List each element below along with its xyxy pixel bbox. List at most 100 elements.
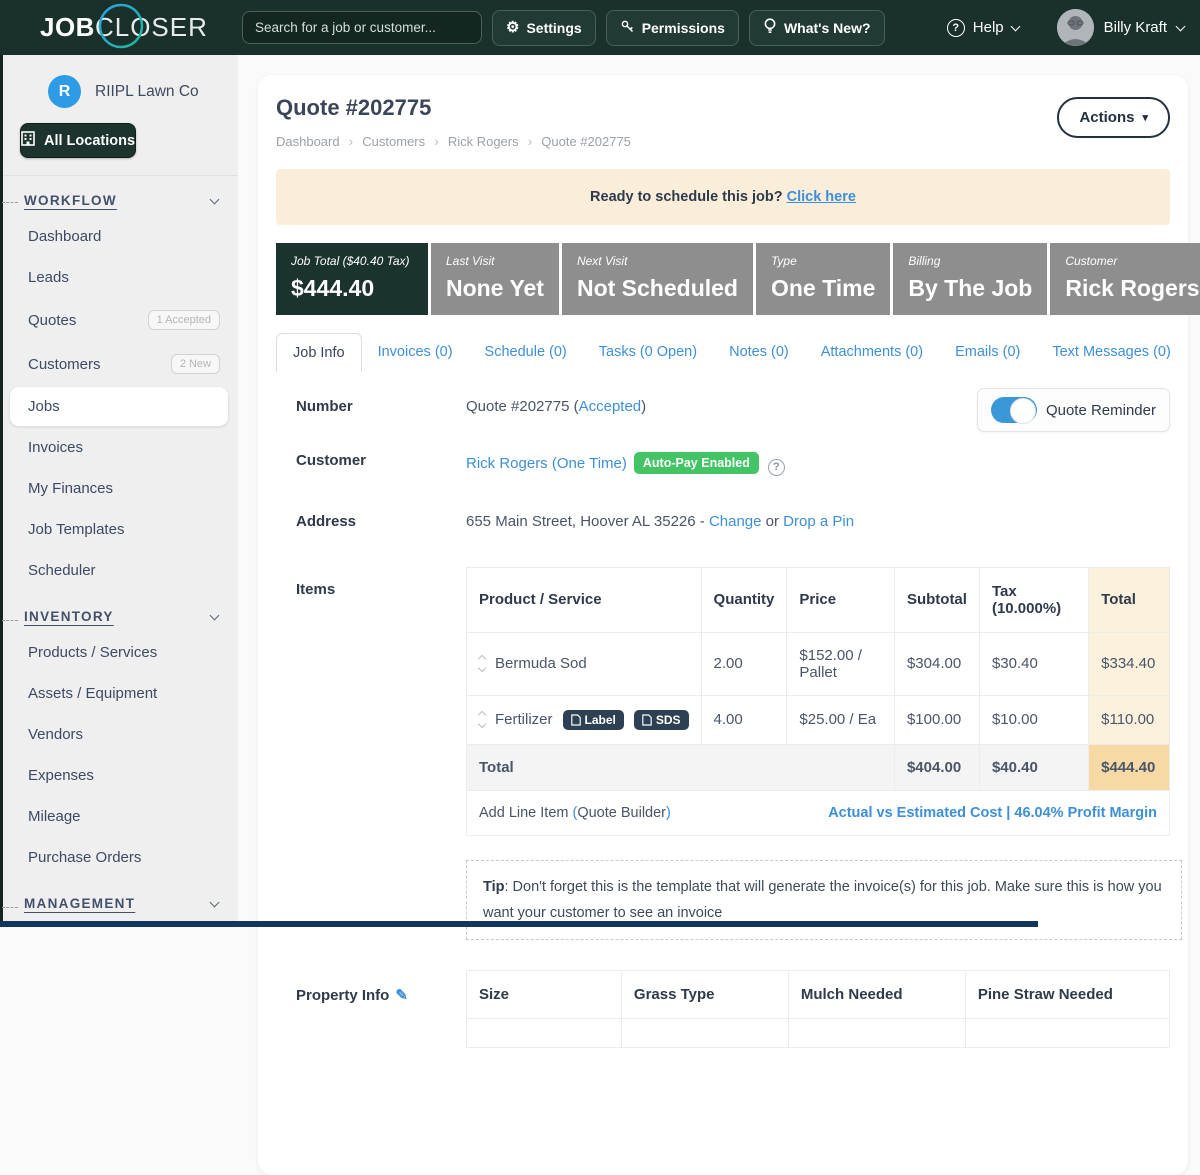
- sidebar-item-dashboard[interactable]: Dashboard: [10, 217, 228, 256]
- quote-reminder-toggle[interactable]: [991, 397, 1037, 423]
- section-workflow[interactable]: WORKFLOW: [0, 176, 238, 215]
- field-address: Address 655 Main Street, Hoover AL 35226…: [276, 513, 1170, 530]
- stat-next-visit: Next Visit Not Scheduled: [562, 243, 753, 315]
- caret-down-icon: ▾: [1142, 111, 1148, 124]
- add-line-item-link[interactable]: Add Line Item: [479, 805, 568, 821]
- tab-text-messages[interactable]: Text Messages (0): [1036, 333, 1186, 372]
- item-row-bermuda-sod: Bermuda Sod 2.00 $152.00 / Pallet $304.0…: [467, 632, 1170, 695]
- sidebar-item-customers[interactable]: Customers 2 New: [10, 343, 228, 385]
- gear-icon: ⚙: [506, 20, 519, 35]
- banner-text: Ready to schedule this job?: [590, 189, 783, 205]
- chevron-down-icon: [210, 897, 220, 907]
- breadcrumb-customers[interactable]: Customers: [362, 134, 425, 149]
- company-avatar: R: [48, 75, 81, 108]
- property-info-table: Size Grass Type Mulch Needed Pine Straw …: [466, 970, 1170, 1048]
- customer-link[interactable]: Rick Rogers: [466, 455, 548, 472]
- lightbulb-icon: [763, 18, 777, 37]
- product-link-fertilizer[interactable]: Fertilizer: [495, 711, 553, 728]
- sidebar-item-jobs[interactable]: Jobs: [10, 387, 228, 426]
- all-locations-label: All Locations: [44, 133, 135, 149]
- quote-builder-link[interactable]: Quote Builder: [577, 805, 666, 821]
- chevron-down-icon: [1010, 21, 1020, 31]
- logo-circle-icon: [98, 3, 144, 49]
- avatar: [1057, 9, 1094, 46]
- sidebar-item-mileage[interactable]: Mileage: [10, 797, 228, 836]
- help-menu[interactable]: ? Help: [947, 19, 1019, 37]
- sds-pdf-badge[interactable]: SDS: [634, 710, 689, 730]
- reorder-handle[interactable]: [479, 712, 485, 727]
- quotes-badge: 1 Accepted: [148, 310, 220, 330]
- stat-type: Type One Time: [756, 243, 890, 315]
- tab-notes[interactable]: Notes (0): [713, 333, 805, 372]
- tab-invoices[interactable]: Invoices (0): [362, 333, 469, 372]
- sidebar-item-vendors[interactable]: Vendors: [10, 715, 228, 754]
- permissions-button[interactable]: Permissions: [606, 10, 739, 46]
- search-input[interactable]: [242, 11, 482, 44]
- page-title: Quote #202775: [276, 95, 1170, 121]
- sidebar-item-purchase-orders[interactable]: Purchase Orders: [10, 838, 228, 877]
- breadcrumb-separator: ›: [349, 133, 354, 149]
- quote-reminder-label: Quote Reminder: [1046, 402, 1156, 419]
- product-link-bermuda-sod[interactable]: Bermuda Sod: [495, 655, 587, 672]
- autopay-help-icon[interactable]: ?: [768, 459, 785, 476]
- tab-tasks[interactable]: Tasks (0 Open): [583, 333, 713, 372]
- whats-new-button[interactable]: What's New?: [749, 10, 885, 46]
- chevron-down-icon: [210, 610, 220, 620]
- tab-job-info[interactable]: Job Info: [276, 333, 362, 372]
- document-icon: [642, 714, 652, 726]
- tab-attachments[interactable]: Attachments (0): [805, 333, 939, 372]
- help-label: Help: [973, 19, 1004, 36]
- sidebar-item-assets-equipment[interactable]: Assets / Equipment: [10, 674, 228, 713]
- sidebar-item-invoices[interactable]: Invoices: [10, 428, 228, 467]
- breadcrumb-customer-name[interactable]: Rick Rogers: [448, 134, 519, 149]
- stats-row: Job Total ($40.40 Tax) $444.40 Last Visi…: [276, 243, 1170, 315]
- help-icon: ?: [947, 19, 965, 37]
- key-icon: [620, 19, 635, 37]
- breadcrumb-separator: ›: [434, 133, 439, 149]
- company-name: RIIPL Lawn Co: [95, 83, 199, 101]
- sidebar: R RIIPL Lawn Co All Locations WORKFLOW D…: [0, 55, 238, 927]
- sidebar-item-scheduler[interactable]: Scheduler: [10, 551, 228, 590]
- label-pdf-badge[interactable]: Label: [563, 710, 624, 730]
- sidebar-item-leads[interactable]: Leads: [10, 258, 228, 297]
- tab-schedule[interactable]: Schedule (0): [469, 333, 583, 372]
- edit-pencil-icon[interactable]: ✎: [395, 987, 408, 1004]
- accepted-status-link[interactable]: Accepted: [579, 398, 642, 415]
- section-inventory[interactable]: INVENTORY: [0, 592, 238, 631]
- sidebar-item-job-templates[interactable]: Job Templates: [10, 510, 228, 549]
- logo-text-bold: JOB: [40, 12, 95, 43]
- sidebar-item-products-services[interactable]: Products / Services: [10, 633, 228, 672]
- sidebar-item-expenses[interactable]: Expenses: [10, 756, 228, 795]
- change-address-link[interactable]: Change: [709, 513, 762, 530]
- breadcrumb-separator: ›: [528, 133, 533, 149]
- all-locations-button[interactable]: All Locations: [20, 123, 136, 158]
- section-management[interactable]: MANAGEMENT: [0, 879, 238, 918]
- schedule-banner: Ready to schedule this job? Click here: [276, 169, 1170, 225]
- settings-button[interactable]: ⚙ Settings: [492, 10, 596, 46]
- whats-new-label: What's New?: [784, 20, 871, 36]
- items-header-row: Product / Service Quantity Price Subtota…: [467, 567, 1170, 632]
- quote-reminder-card: Quote Reminder: [977, 388, 1170, 432]
- sidebar-item-quotes[interactable]: Quotes 1 Accepted: [10, 299, 228, 341]
- permissions-label: Permissions: [642, 20, 725, 36]
- grand-total-cell: $444.40: [1089, 744, 1170, 790]
- profit-margin-link[interactable]: 46.04% Profit Margin: [1014, 805, 1157, 821]
- sidebar-item-my-finances[interactable]: My Finances: [10, 469, 228, 508]
- item-row-fertilizer: Fertilizer Label SDS 4.00: [467, 695, 1170, 744]
- bottom-bar: [0, 921, 1038, 927]
- tab-emails[interactable]: Emails (0): [939, 333, 1036, 372]
- detail-tabs: Job Info Invoices (0) Schedule (0) Tasks…: [276, 333, 1170, 372]
- reorder-handle[interactable]: [479, 656, 485, 671]
- drop-a-pin-link[interactable]: Drop a Pin: [783, 513, 854, 530]
- property-value-row: [467, 1018, 1170, 1047]
- items-total-row: Total $404.00 $40.40 $444.40: [467, 744, 1170, 790]
- user-menu[interactable]: Billy Kraft: [1057, 9, 1184, 46]
- actual-vs-estimated-cost-link[interactable]: Actual vs Estimated Cost: [828, 805, 1002, 821]
- actions-button[interactable]: Actions ▾: [1057, 97, 1170, 138]
- customer-type-link[interactable]: One Time: [557, 455, 622, 472]
- items-table: Product / Service Quantity Price Subtota…: [466, 567, 1170, 836]
- schedule-click-here-link[interactable]: Click here: [787, 189, 856, 205]
- breadcrumb-dashboard[interactable]: Dashboard: [276, 134, 340, 149]
- company-selector[interactable]: R RIIPL Lawn Co: [0, 55, 238, 108]
- main-area: Quote #202775 Dashboard › Customers › Ri…: [238, 55, 1200, 927]
